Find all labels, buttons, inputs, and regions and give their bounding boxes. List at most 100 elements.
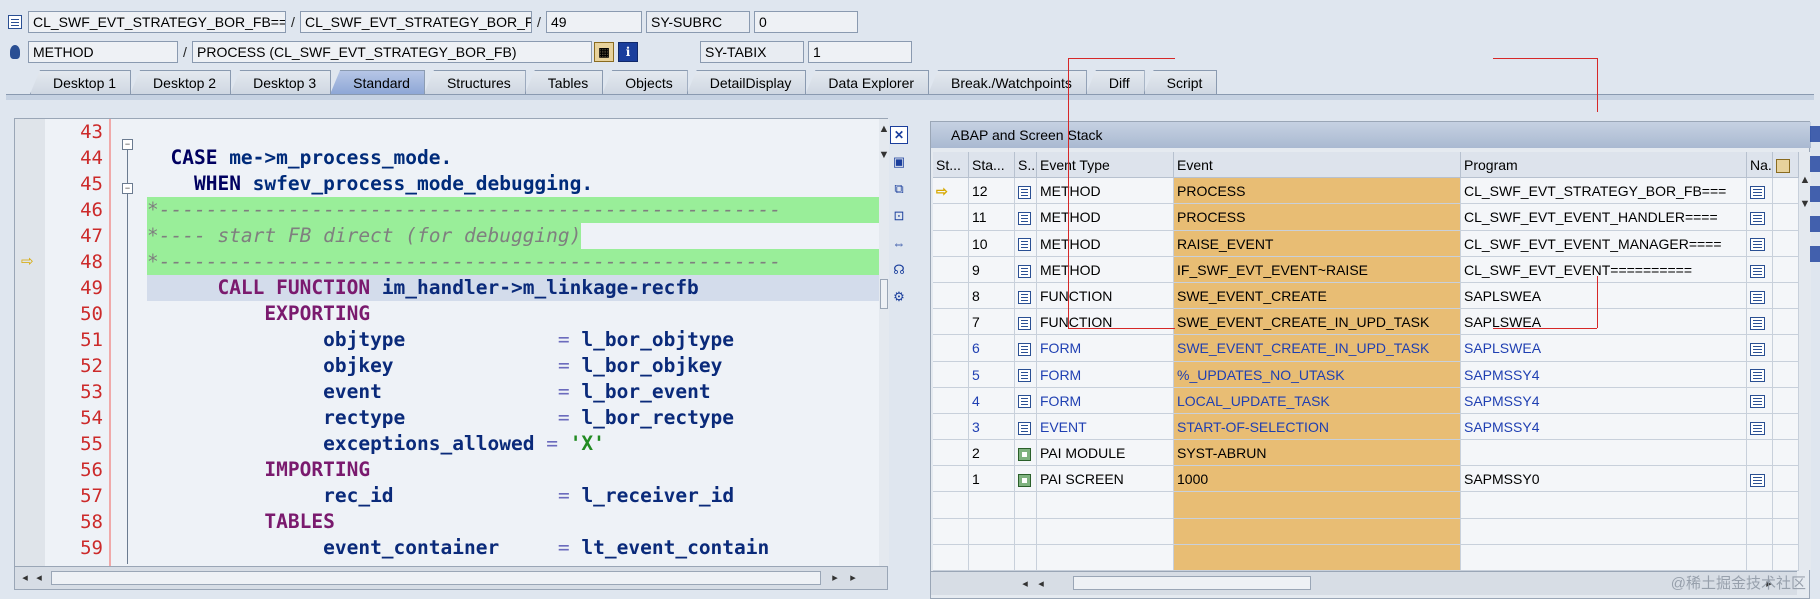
stack-grid[interactable]: St... Sta... S.. Event Type Event Program Na. … xyxy=(933,152,1799,571)
tab-diff[interactable]: Diff xyxy=(1085,70,1145,94)
code-editor[interactable]: CASE me->m_process_mode. WHEN swfev_proc… xyxy=(147,119,879,566)
navigate-icon[interactable] xyxy=(1750,264,1765,278)
close-icon[interactable]: ✕ xyxy=(890,126,908,144)
maximize-icon[interactable]: ⊡ xyxy=(890,207,908,225)
stack-row[interactable]: 4 FORM LOCAL_UPDATE_TASK SAPMSSY4 xyxy=(933,387,1799,414)
navigate-icon[interactable] xyxy=(1750,474,1765,488)
stack-cell-navigate[interactable] xyxy=(1747,361,1773,388)
column-header[interactable]: Event xyxy=(1174,152,1461,179)
column-header[interactable]: Event Type xyxy=(1037,152,1174,179)
stack-row[interactable]: 2 PAI MODULE SYST-ABRUN xyxy=(933,440,1799,467)
tab-data-explorer[interactable]: Data Explorer xyxy=(805,70,930,94)
tab-tables[interactable]: Tables xyxy=(524,70,604,94)
scroll-thumb[interactable] xyxy=(51,571,821,585)
stack-cell-navigate[interactable] xyxy=(1747,544,1773,571)
sysfield-value-subrc[interactable]: 0 xyxy=(754,11,858,33)
stack-horizontal-scrollbar[interactable]: ◂ ◂ ▸ xyxy=(931,571,1797,595)
stack-cell-navigate[interactable] xyxy=(1747,387,1773,414)
replace-tool-icon[interactable] xyxy=(1810,186,1820,202)
stack-cell-navigate[interactable] xyxy=(1747,178,1773,205)
scroll-thumb[interactable] xyxy=(1073,576,1311,590)
stack-cell-navigate[interactable] xyxy=(1747,309,1773,336)
stack-row[interactable]: 8 FUNCTION SWE_EVENT_CREATE SAPLSWEA xyxy=(933,282,1799,310)
stack-row[interactable]: 11 METHOD PROCESS CL_SWF_EVT_EVENT_HANDLER=… xyxy=(933,204,1799,231)
tab-desktop-3[interactable]: Desktop 3 xyxy=(230,70,332,94)
navigate-icon[interactable] xyxy=(1750,185,1765,199)
close-icon[interactable] xyxy=(1810,126,1820,142)
navigate-icon[interactable] xyxy=(1750,316,1765,330)
stack-row[interactable] xyxy=(933,544,1799,571)
line-field[interactable]: 49 xyxy=(546,11,642,33)
tab-objects[interactable]: Objects xyxy=(602,70,688,94)
code-horizontal-scrollbar[interactable]: ◂ ◂ ▸ ▸ xyxy=(15,566,887,589)
program-field[interactable]: CL_SWF_EVT_STRATEGY_BOR_FB=== xyxy=(28,11,286,33)
stack-cell-navigate[interactable] xyxy=(1747,440,1773,467)
column-header[interactable]: Na. xyxy=(1747,152,1773,179)
stack-row[interactable]: ⇨ 12 METHOD PROCESS CL_SWF_EVT_STRATEGY_BOR_… xyxy=(933,178,1799,205)
stack-cell-event-type xyxy=(1037,518,1174,545)
services-icon[interactable]: ☊ xyxy=(890,261,908,279)
maximize-icon[interactable] xyxy=(1810,216,1820,232)
scroll-right-icon[interactable]: ▸ xyxy=(827,570,843,586)
navigate-icon[interactable] xyxy=(1750,290,1765,304)
info-icon[interactable]: i xyxy=(618,42,638,62)
display-image-icon[interactable]: ▦ xyxy=(594,42,614,62)
new-tool-icon[interactable]: ▣ xyxy=(890,153,908,171)
replace-tool-icon[interactable]: ⧉ xyxy=(890,180,908,198)
navigate-icon[interactable] xyxy=(1750,238,1765,252)
swap-icon[interactable] xyxy=(1810,246,1820,262)
stack-cell-navigate[interactable] xyxy=(1747,204,1773,231)
name-field[interactable]: PROCESS (CL_SWF_EVT_STRATEGY_BOR_FB) xyxy=(192,41,592,63)
scroll-left-icon[interactable]: ◂ xyxy=(31,570,47,586)
swap-icon[interactable]: ⇔ xyxy=(890,234,908,252)
fold-toggle-icon[interactable]: − xyxy=(122,183,133,194)
breakpoint-gutter[interactable]: ⇨ xyxy=(15,119,45,566)
source-code-panel[interactable]: ⇨ 43 44 45 46 47 48 49 50 51 52 53 54 55 56 57 58 59 − −… xyxy=(14,118,889,590)
stack-row[interactable]: 10 METHOD RAISE_EVENT CL_SWF_EVT_EVENT_MANA… xyxy=(933,230,1799,257)
tab-desktop-1[interactable]: Desktop 1 xyxy=(30,70,132,94)
tab-desktop-2[interactable]: Desktop 2 xyxy=(130,70,232,94)
navigate-icon[interactable] xyxy=(1750,421,1765,435)
layout-icon[interactable] xyxy=(1773,152,1799,179)
scroll-left-icon[interactable]: ◂ xyxy=(1033,576,1049,592)
stack-row[interactable]: 6 FORM SWE_EVENT_CREATE_IN_UPD_TASK SAPLSWE… xyxy=(933,335,1799,362)
tab-script[interactable]: Script xyxy=(1143,70,1218,94)
stack-cell-navigate[interactable] xyxy=(1747,256,1773,283)
navigate-icon[interactable] xyxy=(1750,369,1765,383)
stack-cell-navigate[interactable] xyxy=(1747,492,1773,519)
scroll-first-icon[interactable]: ◂ xyxy=(1017,576,1033,592)
tab-standard[interactable]: Standard xyxy=(330,70,425,94)
stack-row[interactable]: 9 METHOD IF_SWF_EVT_EVENT~RAISE CL_SWF_EVT_… xyxy=(933,256,1799,283)
stack-cell-navigate[interactable] xyxy=(1747,413,1773,441)
stack-cell-navigate[interactable] xyxy=(1747,335,1773,362)
stack-row[interactable]: 3 EVENT START-OF-SELECTION SAPMSSY4 xyxy=(933,413,1799,441)
column-header[interactable]: Program xyxy=(1461,152,1747,179)
stack-row[interactable]: 1 PAI SCREEN 1000 SAPMSSY0 xyxy=(933,466,1799,493)
scroll-last-icon[interactable]: ▸ xyxy=(845,570,861,586)
type-field[interactable]: METHOD xyxy=(28,41,178,63)
navigate-icon[interactable] xyxy=(1750,395,1765,409)
stack-cell-event: SWE_EVENT_CREATE_IN_UPD_TASK xyxy=(1174,309,1461,336)
stack-cell-navigate[interactable] xyxy=(1747,282,1773,310)
settings-icon[interactable]: ⚙ xyxy=(890,288,908,306)
stack-cell-navigate[interactable] xyxy=(1747,518,1773,545)
column-header[interactable]: St... xyxy=(933,152,969,179)
sysfield-value-tabix[interactable]: 1 xyxy=(808,41,912,63)
stack-row[interactable] xyxy=(933,492,1799,519)
stack-cell-navigate[interactable] xyxy=(1747,230,1773,257)
tab-break-watchpoints[interactable]: Break./Watchpoints xyxy=(928,70,1087,94)
stack-row[interactable] xyxy=(933,518,1799,545)
column-header[interactable]: Sta... xyxy=(969,152,1015,179)
fold-toggle-icon[interactable]: − xyxy=(122,139,133,150)
include-field[interactable]: CL_SWF_EVT_STRATEGY_BOR_FB=== xyxy=(300,11,532,33)
stack-row[interactable]: 5 FORM %_UPDATES_NO_UTASK SAPMSSY4 xyxy=(933,361,1799,388)
stack-row[interactable]: 7 FUNCTION SWE_EVENT_CREATE_IN_UPD_TASK SAP… xyxy=(933,309,1799,336)
new-tool-icon[interactable] xyxy=(1810,156,1820,172)
navigate-icon[interactable] xyxy=(1750,212,1765,226)
stack-cell-navigate[interactable] xyxy=(1747,466,1773,493)
navigate-icon[interactable] xyxy=(1750,343,1765,357)
tab-structures[interactable]: Structures xyxy=(423,70,526,94)
tab-detaildisplay[interactable]: DetailDisplay xyxy=(686,70,807,94)
column-header[interactable]: S.. xyxy=(1015,152,1037,179)
